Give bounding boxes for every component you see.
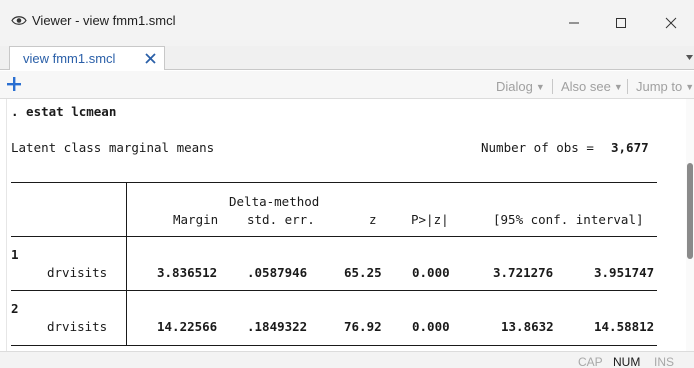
table-column-rule [126,182,127,346]
tab-strip: view fmm1.smcl [0,46,694,70]
header-std-err: std. err. [247,212,315,227]
window-title: Viewer - view fmm1.smcl [32,13,176,28]
cell-margin: 3.836512 [157,265,218,280]
class-label: 1 [11,247,19,262]
header-z: z [369,212,377,227]
close-icon[interactable] [145,53,156,64]
row-variable: drvisits [47,265,108,280]
cell-ci-high: 3.951747 [594,265,655,280]
plus-icon[interactable] [6,76,22,92]
status-bar: CAP NUM INS [0,351,694,368]
chevron-down-icon[interactable] [686,55,693,61]
tab-label: view fmm1.smcl [23,51,116,66]
cell-std-err: .1849322 [247,319,308,334]
obs-value: 3,677 [611,140,649,155]
minimize-icon [569,22,579,24]
title-bar: Viewer - view fmm1.smcl [0,0,694,46]
cell-z: 76.92 [344,319,382,334]
maximize-button[interactable] [598,6,644,40]
cell-ci-low: 3.721276 [493,265,554,280]
cell-ci-low: 13.8632 [501,319,554,334]
cap-indicator: CAP [578,355,603,368]
jump-to-label: Jump to [636,79,683,94]
class-label: 2 [11,301,19,316]
toolbar-divider [552,79,553,94]
close-icon [665,17,677,29]
header-delta-method: Delta-method [229,194,320,209]
chevron-down-icon: ▼ [685,82,694,92]
eye-icon [11,16,27,25]
header-margin: Margin [173,212,219,227]
dialog-label: Dialog [496,79,533,94]
table-header-rule [11,236,657,237]
also-see-label: Also see [561,79,611,94]
table-row-rule [11,290,657,291]
table-top-rule [11,182,657,183]
cell-z: 65.25 [344,265,382,280]
num-indicator: NUM [613,355,641,368]
cell-margin: 14.22566 [157,319,218,334]
chevron-down-icon: ▼ [613,82,623,92]
tab-view-fmm1[interactable]: view fmm1.smcl [9,46,165,70]
minimize-button[interactable] [551,6,597,40]
header-p-value: P>|z| [411,212,449,227]
dialog-menu[interactable]: Dialog ▼ [496,79,545,94]
table-bottom-rule [11,345,657,346]
ins-indicator: INS [654,355,675,368]
vertical-scrollbar[interactable] [686,99,694,351]
maximize-icon [616,18,626,28]
results-heading: Latent class marginal means [11,140,215,155]
toolbar: Dialog ▼ Also see ▼ Jump to ▼ [0,71,694,99]
toolbar-divider [627,79,628,94]
also-see-menu[interactable]: Also see ▼ [561,79,623,94]
cell-ci-high: 14.58812 [594,319,655,334]
jump-to-menu[interactable]: Jump to ▼ [636,79,694,94]
cell-p-value: 0.000 [412,319,450,334]
cell-std-err: .0587946 [247,265,308,280]
scrollbar-thumb[interactable] [687,163,693,259]
close-window-button[interactable] [648,6,694,40]
header-conf-interval: [95% conf. interval] [493,212,644,227]
viewer-content: . estat lcmean Latent class marginal mea… [6,99,685,351]
obs-label: Number of obs = [481,140,594,155]
chevron-down-icon: ▼ [535,82,545,92]
cell-p-value: 0.000 [412,265,450,280]
command-line: . estat lcmean [11,104,117,119]
row-variable: drvisits [47,319,108,334]
